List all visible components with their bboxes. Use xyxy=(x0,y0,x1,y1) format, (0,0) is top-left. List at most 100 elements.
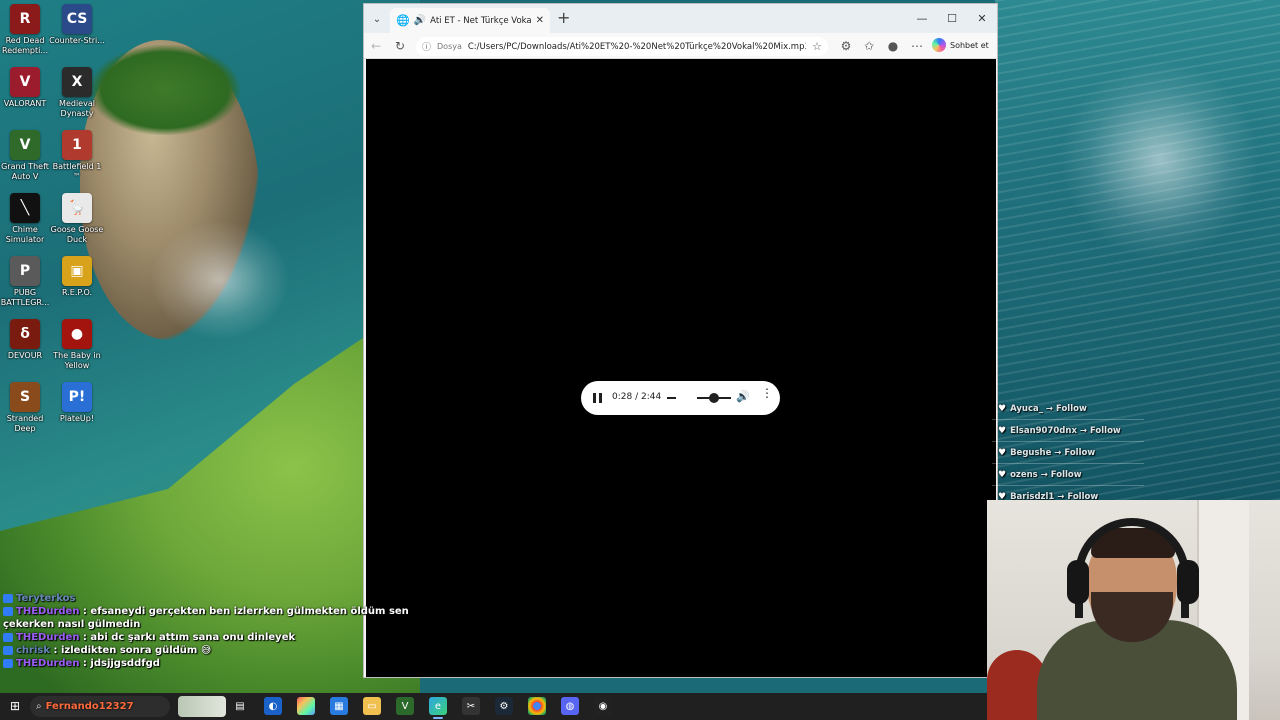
address-url[interactable]: C:/Users/PC/Downloads/Ati%20ET%20-%20Net… xyxy=(468,42,806,52)
red-dead-icon: R xyxy=(10,4,40,34)
pause-bar-right xyxy=(599,393,602,403)
file-explorer-icon[interactable]: ▭ xyxy=(363,697,381,715)
copilot-taskbar-icon[interactable] xyxy=(297,697,315,715)
desktop-icon-label: Counter-Stri... xyxy=(49,36,105,45)
discord-icon[interactable]: ◍ xyxy=(561,697,579,715)
chat-text: izledikten sonra güldüm 😅 xyxy=(60,645,212,656)
pubg-icon: P xyxy=(10,256,40,286)
devour-icon: δ xyxy=(10,319,40,349)
webcam-overlay xyxy=(987,500,1280,720)
desktop-icon-battlefield[interactable]: 1 Battlefield 1 ™ xyxy=(52,130,102,185)
headset-cup-right xyxy=(1177,560,1199,604)
steam-icon[interactable]: ⚙ xyxy=(495,697,513,715)
favorites-icon[interactable]: ✩ xyxy=(861,38,877,54)
follow-alert: ♥ Begushe → Follow xyxy=(992,442,1144,464)
chat-username: THEDurden xyxy=(16,632,80,643)
desktop-icon-label: Battlefield 1 ™ xyxy=(52,162,102,181)
follow-alert-text: Elsan9070dnx → Follow xyxy=(1010,425,1121,436)
stream-chat-overlay: Teryterkos THEDurden : efsaneydi gerçekte… xyxy=(0,592,460,670)
desktop-icon-baby-in-yellow[interactable]: ● The Baby in Yellow xyxy=(52,319,102,374)
desktop-icon-label: Red Dead Redempti... xyxy=(2,36,48,55)
start-windows-icon[interactable]: ⊞ xyxy=(6,697,24,715)
address-bar[interactable]: ⓘ Dosya C:/Users/PC/Downloads/Ati%20ET%2… xyxy=(416,37,828,56)
chat-badge-icon xyxy=(3,632,13,642)
desktop-icon-stranded-deep[interactable]: S Stranded Deep xyxy=(0,382,50,437)
pause-button[interactable] xyxy=(593,391,603,405)
chat-text: abi dc şarkı attım sana onu dinleyek xyxy=(90,632,296,643)
volume-knob[interactable] xyxy=(709,393,719,403)
chat-separator: : xyxy=(79,658,91,669)
progress-bar[interactable] xyxy=(667,397,676,399)
obs-icon[interactable]: ◉ xyxy=(594,697,612,715)
task-view-icon[interactable]: ▤ xyxy=(231,697,249,715)
desktop-icon-gta-v[interactable]: V Grand Theft Auto V xyxy=(0,130,50,185)
more-menu-icon[interactable]: ⋯ xyxy=(909,38,925,54)
active-indicator xyxy=(433,717,443,719)
audio-player-controls: 0:28 / 2:44 🔊 ⋮ xyxy=(581,381,780,415)
chat-message: THEDurden : abi dc şarkı attım sana onu … xyxy=(0,631,460,644)
maximize-icon[interactable]: ☐ xyxy=(937,10,967,26)
copilot-label: Sohbet et xyxy=(950,40,989,50)
tab-close-icon[interactable]: ✕ xyxy=(536,15,544,26)
heart-icon: ♥ xyxy=(998,447,1007,458)
playback-time: 0:28 / 2:44 xyxy=(612,392,662,402)
media-viewport xyxy=(366,59,996,677)
extensions-icon[interactable]: ⚙ xyxy=(838,38,854,54)
desktop-icon-valorant[interactable]: V VALORANT xyxy=(0,67,50,122)
wallpaper-sparkle xyxy=(1060,60,1260,260)
copilot-logo-icon xyxy=(932,38,946,52)
close-window-icon[interactable]: ✕ xyxy=(967,10,997,26)
desktop-icon-chime-simulator[interactable]: ╲ Chime Simulator xyxy=(0,193,50,248)
info-icon[interactable]: ⓘ xyxy=(422,40,431,53)
copilot-button[interactable]: Sohbet et xyxy=(932,38,989,52)
chat-overlay-username: Fernando12327 xyxy=(45,701,134,712)
desktop-icon-red-dead[interactable]: R Red Dead Redempti... xyxy=(0,4,50,59)
chrome-icon[interactable] xyxy=(528,697,546,715)
profile-avatar-icon[interactable]: ● xyxy=(885,38,901,54)
favorite-star-icon[interactable]: ☆ xyxy=(812,40,828,53)
headset-cup-left xyxy=(1067,560,1089,604)
desktop-icon-label: Medieval Dynasty xyxy=(59,99,95,118)
xbox-icon[interactable]: V xyxy=(396,697,414,715)
desktop-icon-devour[interactable]: δ DEVOUR xyxy=(0,319,50,374)
tab-audio-icon[interactable]: 🔊 xyxy=(414,15,426,26)
chat-message: chrisk : izledikten sonra güldüm 😅 xyxy=(0,644,460,657)
back-arrow-icon[interactable]: ← xyxy=(368,38,384,54)
chat-badge-icon xyxy=(3,645,13,655)
capcut-icon[interactable]: ✂ xyxy=(462,697,480,715)
desktop-icon-repo[interactable]: ▣ R.E.P.O. xyxy=(52,256,102,311)
desktop-icon-label: PlateUp! xyxy=(59,414,95,423)
browser-toolbar: ← ↻ ⓘ Dosya C:/Users/PC/Downloads/Ati%20… xyxy=(364,33,997,59)
minimize-icon[interactable]: — xyxy=(907,10,937,26)
repo-icon: ▣ xyxy=(62,256,92,286)
desktop-icon-plateup[interactable]: P! PlateUp! xyxy=(52,382,102,437)
follow-alert: ♥ Ayuca_ → Follow xyxy=(992,398,1144,420)
new-tab-plus-icon[interactable]: + xyxy=(557,10,570,26)
heart-icon: ♥ xyxy=(998,469,1007,480)
tab-actions-chevron-icon[interactable]: ⌄ xyxy=(368,10,386,28)
taskbar: ⊞ ⌕ Fernando12327 ▤ ◐ ▦ ▭ V e ✂ ⚙ ◍ ◉ xyxy=(0,693,987,720)
follow-alert-text: ozens → Follow xyxy=(1010,469,1082,480)
more-options-icon[interactable]: ⋮ xyxy=(761,387,773,399)
taskbar-search[interactable]: ⌕ Fernando12327 xyxy=(30,696,226,717)
reload-icon[interactable]: ↻ xyxy=(392,38,408,54)
chat-badge-icon xyxy=(3,593,13,603)
desktop-icon-label: VALORANT xyxy=(3,99,47,108)
speaker-icon[interactable]: 🔊 xyxy=(736,390,750,403)
microsoft-store-icon[interactable]: ▦ xyxy=(330,697,348,715)
desktop-icon-counter-strike[interactable]: CS Counter-Stri... xyxy=(49,4,105,59)
desktop-icon-label: DEVOUR xyxy=(7,351,43,360)
chat-separator: : xyxy=(79,606,91,617)
edge-alt-icon[interactable]: ◐ xyxy=(264,697,282,715)
tab-active[interactable]: 🌐 🔊 Ati ET - Net Türkçe Vokal Mix ✕ xyxy=(390,8,550,33)
desktop-icon-pubg[interactable]: P PUBG BATTLEGR... xyxy=(0,256,50,311)
desktop-icon-goose-goose-duck[interactable]: 🪿 Goose Goose Duck xyxy=(51,193,103,248)
follow-alert-text: Begushe → Follow xyxy=(1010,447,1096,458)
desktop-icon-medieval-dynasty[interactable]: X Medieval Dynasty xyxy=(52,67,102,122)
desktop-icon-label: Stranded Deep xyxy=(6,414,44,433)
desktop-icon-label: The Baby in Yellow xyxy=(53,351,101,370)
edge-browser-icon[interactable]: e xyxy=(429,697,447,715)
follow-alert: ♥ Elsan9070dnx → Follow xyxy=(992,420,1144,442)
stranded-deep-icon: S xyxy=(10,382,40,412)
desktop-icon-label: Grand Theft Auto V xyxy=(1,162,49,181)
